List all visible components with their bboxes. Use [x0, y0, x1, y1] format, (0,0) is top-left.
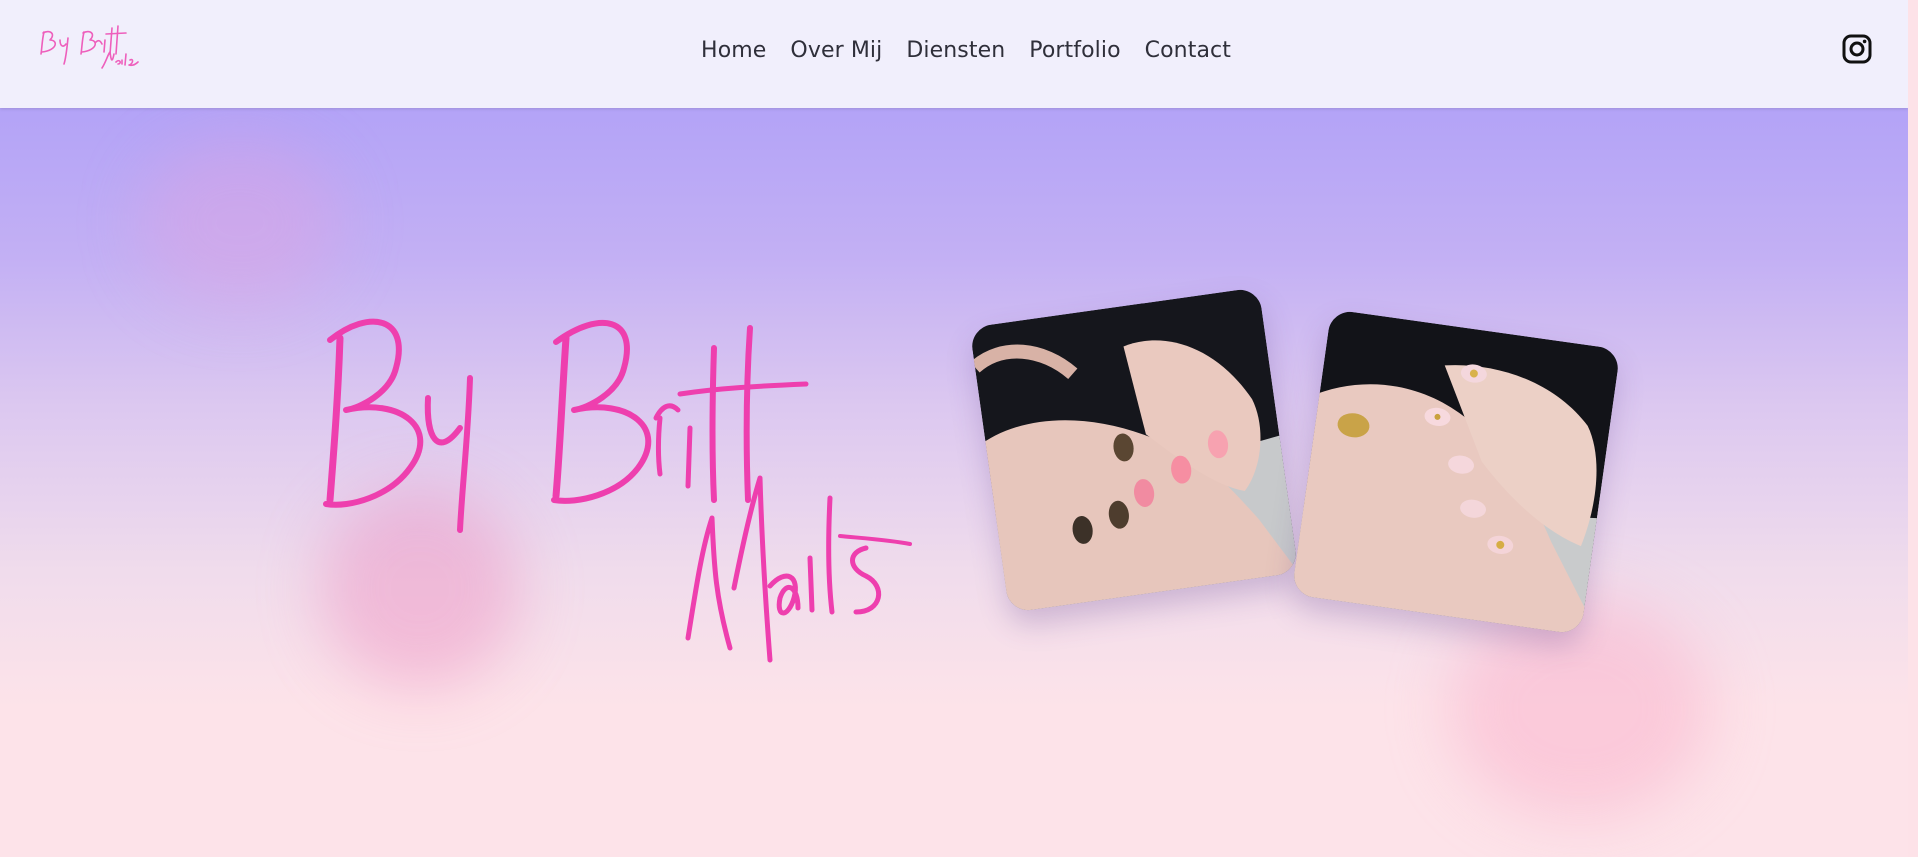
- main-nav: Home Over Mij Diensten Portfolio Contact: [0, 38, 1908, 63]
- nav-link-portfolio[interactable]: Portfolio: [1029, 38, 1120, 63]
- hero-section: [0, 108, 1908, 857]
- nav-link-diensten[interactable]: Diensten: [906, 38, 1005, 63]
- page: Home Over Mij Diensten Portfolio Contact: [0, 0, 1908, 857]
- hero-script-logo: [323, 318, 912, 663]
- decorative-blob: [1450, 598, 1710, 818]
- nav-link-home[interactable]: Home: [701, 38, 766, 63]
- nail-photo-2: [1291, 309, 1621, 635]
- nav-link-contact[interactable]: Contact: [1145, 38, 1231, 63]
- instagram-icon[interactable]: [1842, 34, 1872, 64]
- site-header: Home Over Mij Diensten Portfolio Contact: [0, 0, 1908, 108]
- nav-link-over-mij[interactable]: Over Mij: [790, 38, 882, 63]
- nail-photo-1: [969, 287, 1299, 613]
